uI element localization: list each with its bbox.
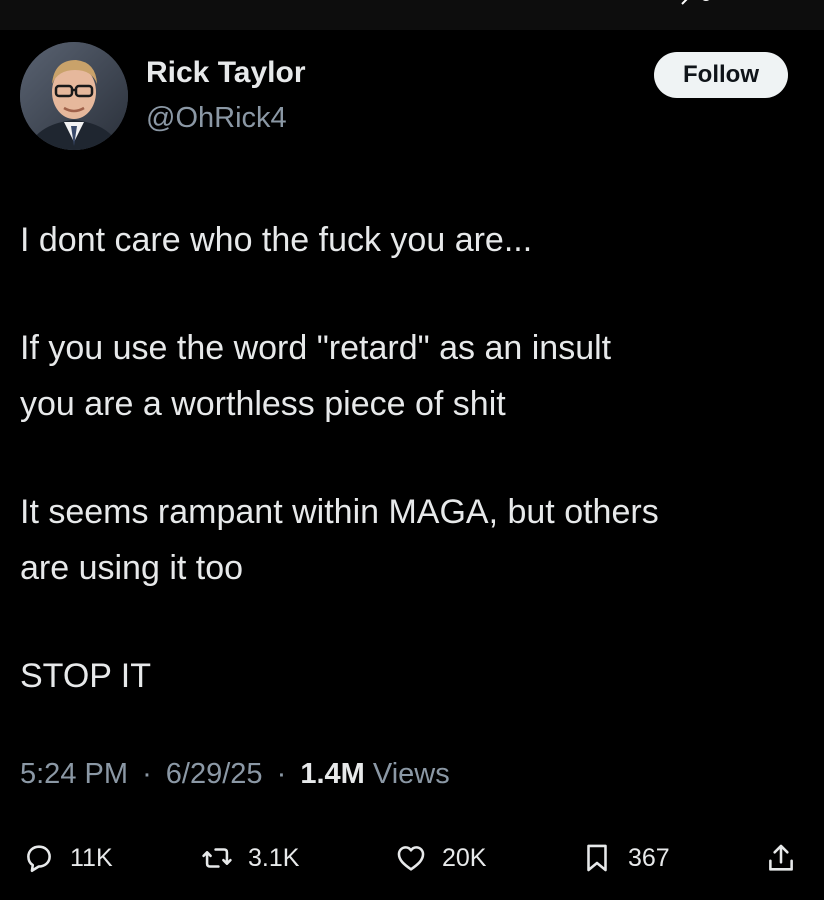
views-count: 1.4M [300,758,365,790]
top-bar [0,0,824,30]
tweet-date[interactable]: 6/29/25 [166,758,263,790]
follow-button[interactable]: Follow [654,52,788,98]
partial-top-icon [681,0,710,5]
tweet-paragraph: It seems rampant within MAGA, but others… [20,493,659,587]
tweet-paragraph: If you use the word "retard" as an insul… [20,329,612,423]
author-name[interactable]: Rick Taylor [146,56,306,90]
reply-icon [27,845,51,873]
bookmark-count: 367 [628,843,670,872]
tweet-text: I dont care who the fuck you are... If y… [20,212,810,704]
tweet-header: Rick Taylor @OhRick4 Follow [20,42,804,152]
like-button[interactable]: 20K [394,836,486,880]
share-icon [769,844,793,871]
tweet-metadata: 5:24 PM · 6/29/25 · 1.4M Views [20,758,450,791]
retweet-button[interactable]: 3.1K [200,836,299,880]
bookmark-icon [587,844,607,872]
tweet-paragraph: STOP IT [20,657,152,695]
avatar-portrait-image [20,42,128,150]
reply-count: 11K [70,843,113,872]
author-handle[interactable]: @OhRick4 [146,102,287,135]
share-button[interactable] [764,836,798,880]
reply-button[interactable]: 11K [22,836,113,880]
tweet-time[interactable]: 5:24 PM [20,758,128,790]
tweet-paragraph: I dont care who the fuck you are... [20,221,533,259]
heart-icon [397,846,425,871]
retweet-icon [202,848,232,868]
action-bar: 11K 3.1K 20K 367 [0,836,824,880]
retweet-count: 3.1K [248,843,300,872]
views-label: Views [372,758,450,790]
avatar[interactable] [20,42,128,150]
bookmark-button[interactable]: 367 [580,836,670,880]
separator-dot: · [142,758,152,790]
like-count: 20K [442,843,487,872]
separator-dot: · [276,758,287,790]
